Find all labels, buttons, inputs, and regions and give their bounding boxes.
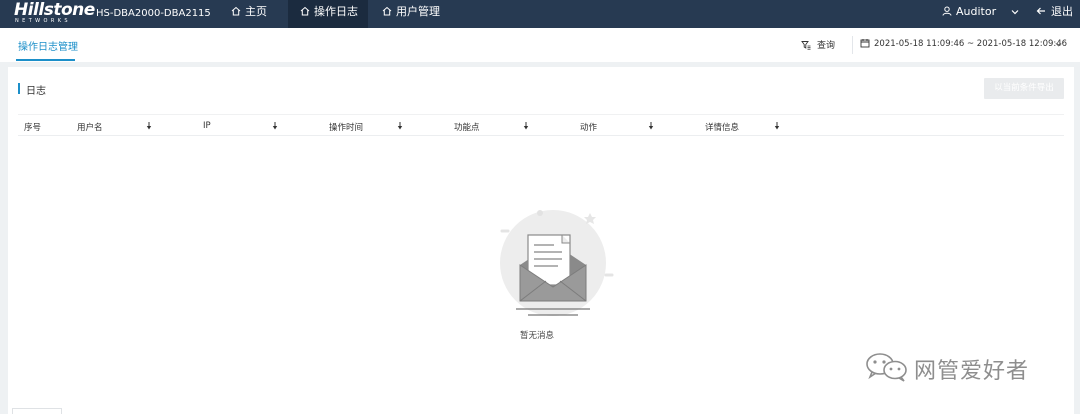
column-header-username[interactable]: 用户名 bbox=[77, 121, 103, 133]
filter-icon bbox=[801, 41, 811, 50]
active-tab-indicator bbox=[16, 59, 75, 61]
sort-arrow-down-icon[interactable] bbox=[146, 122, 152, 130]
chevron-down-icon[interactable] bbox=[1010, 7, 1020, 17]
tab-operation-log-management[interactable]: 操作日志管理 bbox=[18, 38, 78, 53]
arrow-left-icon bbox=[1036, 7, 1045, 15]
brand-logo[interactable]: Hillstone NETWORKS bbox=[14, 0, 95, 25]
watermark-text: 网管爱好者 bbox=[914, 359, 1030, 384]
column-header-function[interactable]: 功能点 bbox=[454, 121, 480, 133]
nav-item-home[interactable]: 主页 bbox=[231, 0, 267, 28]
sort-arrow-down-icon[interactable] bbox=[774, 122, 780, 130]
brand-tagline: NETWORKS bbox=[15, 18, 71, 24]
column-header-action[interactable]: 动作 bbox=[580, 121, 597, 133]
nav-item-user-management[interactable]: 用户管理 bbox=[382, 0, 440, 28]
home-icon bbox=[382, 6, 392, 16]
calendar-icon bbox=[860, 39, 870, 48]
sort-arrow-down-icon[interactable] bbox=[648, 122, 654, 130]
nav-item-label: 用户管理 bbox=[396, 5, 440, 18]
column-header-operation-time[interactable]: 操作时间 bbox=[329, 121, 363, 133]
export-button[interactable]: 以当前条件导出 bbox=[984, 78, 1064, 99]
sort-arrow-down-icon[interactable] bbox=[397, 122, 403, 130]
nav-item-label: 操作日志 bbox=[314, 5, 358, 18]
user-icon bbox=[942, 6, 952, 16]
wechat-icon bbox=[866, 353, 907, 382]
column-header-index: 序号 bbox=[24, 123, 42, 133]
sub-header: 操作日志管理 查询 2021-05-18 11:09:46 ~ 2021-05-… bbox=[0, 28, 1080, 62]
panel-title: 日志 bbox=[26, 86, 46, 97]
chevron-down-icon[interactable] bbox=[1054, 40, 1063, 49]
logout-label: 退出 bbox=[1051, 5, 1073, 18]
date-range-picker[interactable]: 2021-05-18 11:09:46 ~ 2021-05-18 12:09:4… bbox=[860, 38, 1067, 49]
empty-state-text: 暂无消息 bbox=[520, 331, 555, 341]
brand-name: Hillstone bbox=[14, 0, 95, 20]
table-header: 序号 用户名 IP 操作时间 功能点 动作 详情信息 bbox=[18, 114, 1064, 136]
date-range-value: 2021-05-18 11:09:46 ~ 2021-05-18 12:09:4… bbox=[874, 39, 1068, 49]
logout-button[interactable]: 退出 bbox=[1036, 0, 1073, 28]
home-icon bbox=[231, 6, 241, 16]
column-header-details[interactable]: 详情信息 bbox=[705, 121, 739, 133]
user-name: Auditor bbox=[956, 5, 997, 18]
sort-arrow-down-icon[interactable] bbox=[523, 122, 529, 130]
pagination-box[interactable] bbox=[12, 408, 62, 414]
query-label: 查询 bbox=[817, 41, 836, 51]
empty-mailbox-icon bbox=[500, 210, 614, 316]
sort-arrow-down-icon[interactable] bbox=[272, 122, 278, 130]
user-menu[interactable]: Auditor bbox=[942, 0, 996, 28]
device-model: HS-DBA2000-DBA2115 bbox=[96, 8, 211, 19]
query-button[interactable]: 查询 bbox=[801, 38, 835, 51]
divider bbox=[852, 36, 853, 54]
watermark: 网管爱好者 bbox=[865, 352, 1055, 384]
nav-item-label: 主页 bbox=[245, 5, 267, 18]
column-header-ip[interactable]: IP bbox=[203, 121, 211, 131]
nav-item-operation-log[interactable]: 操作日志 bbox=[288, 0, 368, 28]
top-nav-bar: Hillstone NETWORKS HS-DBA2000-DBA2115 主页… bbox=[0, 0, 1080, 28]
home-icon bbox=[300, 6, 310, 16]
